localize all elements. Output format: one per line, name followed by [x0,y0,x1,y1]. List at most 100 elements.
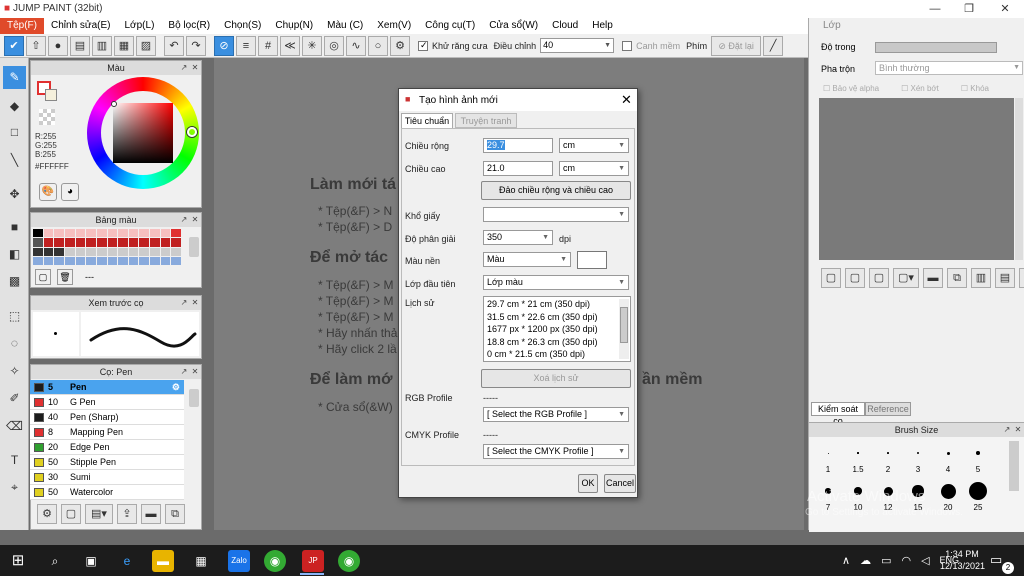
panel-pop-icon[interactable]: ↗ [179,297,189,308]
clip-checkbox[interactable]: ☐ Xén bớt [901,84,939,93]
history-item[interactable]: 0 cm * 21.5 cm (350 dpi) [487,348,598,361]
antialias-checkbox[interactable]: ✓ [418,40,428,51]
brush-size-cell[interactable]: 25 [963,481,993,519]
panel-close-icon[interactable]: ✕ [190,214,200,225]
snap-parallel-icon[interactable]: ≡ [236,35,256,56]
dialog-close-icon[interactable]: ✕ [621,92,632,108]
restore-button[interactable]: ❐ [952,0,986,18]
bg-color-swatch[interactable] [577,251,607,269]
magic-wand-tool-icon[interactable]: ✧ [3,360,26,383]
pen-list-item[interactable]: 20 Edge Pen [30,440,184,455]
cloud-icon[interactable]: ☁ [860,554,871,567]
rgb-profile-select[interactable]: [ Select the RGB Profile ] ▼ [483,407,629,422]
panel-pop-icon[interactable]: ↗ [179,366,189,377]
wifi-icon[interactable]: ◠ [901,554,911,567]
comment-icon[interactable]: ● [48,35,68,56]
tab-comic[interactable]: Truyện tranh [455,113,517,128]
brush-size-scrollbar[interactable] [1009,441,1019,491]
menu-edit[interactable]: Chỉnh sửa(E) [44,18,118,34]
brush-settings-icon[interactable]: ⚙ [37,504,57,524]
layer-list[interactable] [819,98,1014,260]
menu-capture[interactable]: Chụp(N) [268,18,320,34]
panel-close-icon[interactable]: ✕ [190,62,200,73]
layer-folder-icon[interactable]: ▬ [923,268,943,288]
move-tool-icon[interactable]: ✥ [3,183,26,206]
pen-list-item[interactable]: 30 Sumi [30,470,184,485]
pen-list-item[interactable]: 50 Stipple Pen [30,455,184,470]
menu-help[interactable]: Help [585,18,620,34]
edge-margin-checkbox[interactable] [622,40,633,51]
first-layer-select[interactable]: Lớp màu ▼ [483,275,629,290]
eyedropper-tool-icon[interactable]: ⌖ [3,476,26,499]
pen-tool-icon[interactable]: ✎ [3,66,26,89]
line-tool-icon[interactable]: ╲ [3,149,26,172]
blend-select[interactable]: Bình thường ▼ [875,61,1023,75]
rect-tool-icon[interactable]: □ [3,121,26,144]
snap-ellipse-icon[interactable]: ○ [368,35,388,56]
brush-folder-icon[interactable]: ▬ [141,504,161,524]
menu-view[interactable]: Xem(V) [370,18,418,34]
brush-size-cell[interactable]: 3 [903,443,933,481]
background-color-swatch[interactable] [45,89,57,101]
brush-size-cell[interactable]: 1 [813,443,843,481]
pen-list-item[interactable]: 5 Pen ⚙ [30,380,184,395]
snap-circle-icon[interactable]: ◎ [324,35,344,56]
menu-window[interactable]: Cửa sổ(W) [482,18,545,34]
photos-app-icon[interactable]: ▦ [190,550,212,572]
history-item[interactable]: 18.8 cm * 26.3 cm (350 dpi) [487,336,598,349]
eraser-tool-icon[interactable]: ◆ [3,95,26,118]
store-icon[interactable]: ▣ [80,550,102,572]
resolution-select[interactable]: 350 ▼ [483,230,553,245]
fill-rect-tool-icon[interactable]: ■ [3,216,26,239]
width-input[interactable]: 29.7 [483,138,553,153]
hue-handle[interactable] [187,127,197,137]
width-unit-select[interactable]: cm ▼ [559,138,629,153]
pen-settings-icon[interactable]: ⚙ [172,382,180,393]
swap-dimensions-button[interactable]: Đảo chiều rộng và chiều cao [481,181,631,200]
tab-standard[interactable]: Tiêu chuẩn [401,113,453,128]
panel-close-icon[interactable]: ✕ [1013,424,1023,435]
menu-cloud[interactable]: Cloud [545,18,585,34]
height-input[interactable]: 21.0 [483,161,553,176]
history-list[interactable]: 29.7 cm * 21 cm (350 dpi) 31.5 cm * 22.6 … [483,296,631,362]
snap-perspective-icon[interactable]: ≪ [280,35,300,56]
history-scrollbar-thumb[interactable] [620,307,628,343]
minimize-button[interactable]: — [918,0,952,18]
page-icon[interactable]: ▥ [92,35,112,56]
pen-list-item[interactable]: 40 Pen (Sharp) [30,410,184,425]
gradient-tool-icon[interactable]: ▩ [3,270,26,293]
add-layer-menu-icon[interactable]: ▢▾ [893,268,919,288]
adjust-select[interactable]: 40 ▼ [540,38,615,53]
cloud-check-icon[interactable]: ✔ [4,35,24,56]
clock[interactable]: 1:34 PM 12/13/2021 [940,548,985,572]
snap-grid-icon[interactable]: # [258,35,278,56]
import-brush-icon[interactable]: ⇪ [117,504,137,524]
cancel-button[interactable]: Cancel [604,474,636,493]
saturation-value-square[interactable] [113,103,173,163]
lock-checkbox[interactable]: ☐ Khóa [961,84,989,93]
menu-file[interactable]: Tệp(F) [0,18,44,34]
snap-radial-icon[interactable]: ✳ [302,35,322,56]
chrome-profile-icon[interactable]: ◉ [338,550,360,572]
volume-icon[interactable]: ◁ [921,554,929,567]
delete-palette-icon[interactable]: 🗑 [57,269,73,285]
undo-icon[interactable]: ↶ [164,35,184,56]
palette-grid[interactable] [33,229,181,265]
tab-brush-control[interactable]: Kiểm soát cọ [811,402,865,426]
brush-size-cell[interactable]: 5 [963,443,993,481]
history-item[interactable]: 31.5 cm * 22.6 cm (350 dpi) [487,311,598,324]
chrome-icon[interactable]: ◉ [264,550,286,572]
tray-chevron-icon[interactable]: ∧ [842,554,850,567]
zalo-icon[interactable]: Zalo [228,550,250,572]
select-tool-icon[interactable]: ⬚ [3,305,26,328]
message-icon[interactable]: ▤ [70,35,90,56]
grid-edit-icon[interactable]: ▨ [136,35,156,56]
new-palette-icon[interactable]: ▢ [35,269,51,285]
snap-curve-icon[interactable]: ∿ [346,35,366,56]
brush-size-cell[interactable]: 4 [933,443,963,481]
place-layer-button[interactable]: ⊘ Đặt lại [711,35,762,56]
search-icon[interactable]: ⌕ [44,550,66,572]
panel-pop-icon[interactable]: ↗ [179,62,189,73]
transparent-color-swatch[interactable] [39,109,55,125]
lasso-tool-icon[interactable]: ◌ [3,332,26,355]
